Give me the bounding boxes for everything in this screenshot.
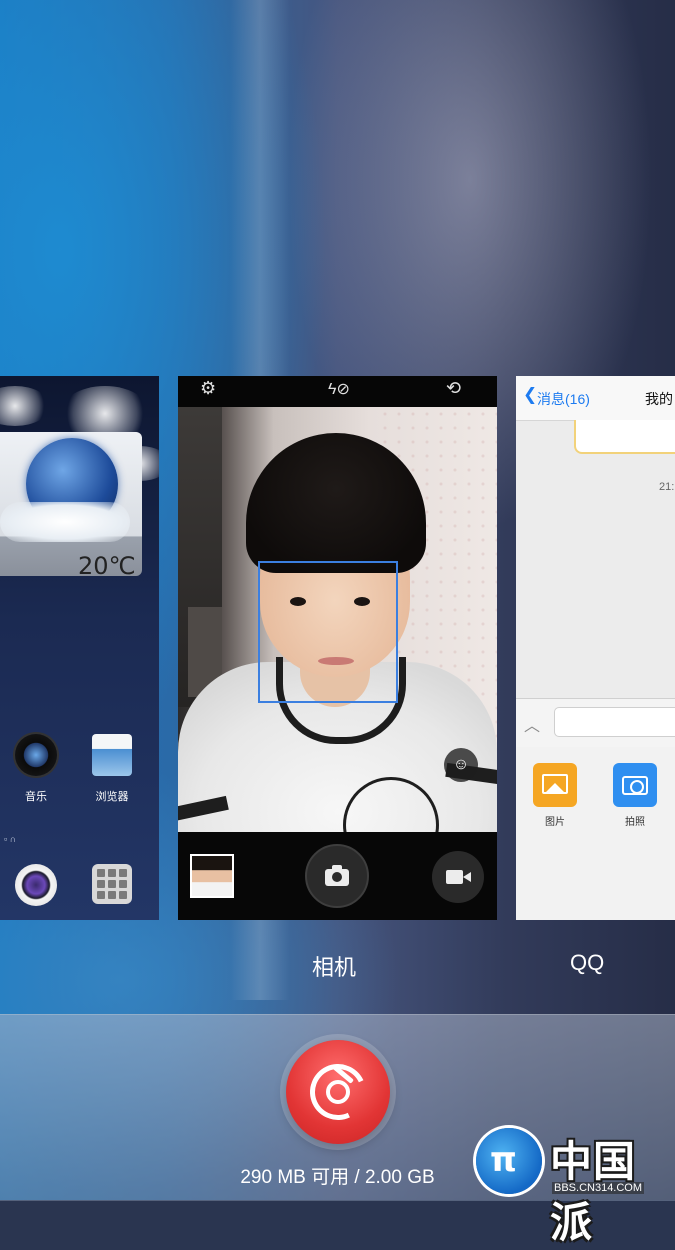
recent-card-launcher[interactable]: 20℃ ⟳ 音乐 浏览器 ▫ ∩ <box>0 376 159 920</box>
watermark-logo-mark: π <box>490 1140 517 1180</box>
qq-input-bar: ︿ <box>516 698 675 748</box>
recent-card-qq[interactable]: ❮ 消息(16) 我的 21: ︿ 图片 拍照 <box>516 376 675 920</box>
watermark-url: BBS.CN314.COM <box>552 1182 645 1194</box>
qq-chat-header: ❮ 消息(16) 我的 <box>516 376 675 421</box>
apps-grid-icon[interactable] <box>92 864 132 904</box>
camera-top-bar: ⚙ ϟ⊘ ⟲ <box>178 376 497 407</box>
browser-icon[interactable] <box>92 734 132 776</box>
clear-memory-button[interactable] <box>286 1040 390 1144</box>
qq-message-input[interactable] <box>554 707 675 737</box>
music-icon[interactable] <box>15 734 57 776</box>
weather-cloud-icon <box>0 502 130 542</box>
sky-cloud <box>0 386 50 426</box>
video-record-icon <box>446 870 471 884</box>
qq-attachment-panel: 图片 拍照 <box>516 747 675 920</box>
qq-back-label[interactable]: 消息(16) <box>537 389 590 409</box>
flash-off-icon[interactable]: ϟ⊘ <box>328 379 350 399</box>
chevron-left-icon[interactable]: ❮ <box>523 385 537 405</box>
mini-status-icons: ▫ ∩ <box>4 834 17 844</box>
weather-widget[interactable]: 20℃ ⟳ <box>0 432 142 576</box>
weather-temperature: 20℃ <box>78 552 136 576</box>
clean-center-icon <box>326 1080 350 1104</box>
camera-lens-icon[interactable] <box>15 864 57 906</box>
video-record-button[interactable] <box>432 851 484 903</box>
recent-card-camera[interactable]: ⚙ ϟ⊘ ⟲ ☺ <box>178 376 497 920</box>
card-title-camera[interactable]: 相机 <box>312 950 356 982</box>
card-title-qq[interactable]: QQ <box>570 950 604 976</box>
settings-gear-icon[interactable]: ⚙ <box>200 378 216 399</box>
camera-icon[interactable] <box>613 763 657 807</box>
photo-icon[interactable] <box>533 763 577 807</box>
qq-message-bubble[interactable] <box>574 420 675 454</box>
qq-message-time: 21: <box>659 481 675 493</box>
qq-photo-label: 图片 <box>545 817 565 828</box>
beauty-robot-icon[interactable]: ☺ <box>444 748 478 782</box>
app-label-browser: 浏览器 <box>95 791 129 803</box>
qq-camera-label: 拍照 <box>625 817 645 828</box>
site-watermark: π 中国派 BBS.CN314.COM <box>474 1126 675 1246</box>
shutter-camera-icon <box>325 865 349 886</box>
qq-chat-title: 我的 <box>645 391 673 407</box>
watermark-logo-icon: π <box>476 1128 542 1194</box>
shutter-button[interactable] <box>305 844 369 908</box>
switch-camera-icon[interactable]: ⟲ <box>446 378 461 399</box>
chevron-up-icon[interactable]: ︿ <box>524 712 540 736</box>
gallery-thumbnail[interactable] <box>190 854 234 898</box>
app-label-music: 音乐 <box>25 791 47 803</box>
face-detection-box <box>258 561 398 703</box>
